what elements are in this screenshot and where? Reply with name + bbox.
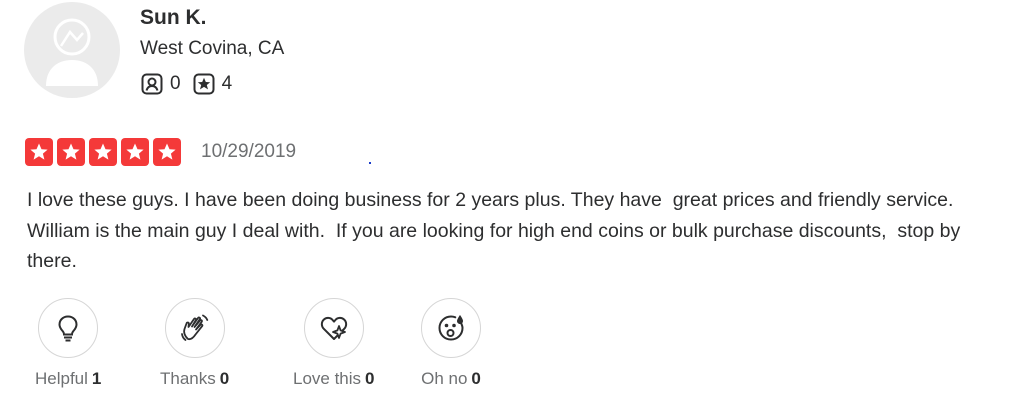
oh-no-text: Oh no bbox=[421, 369, 468, 388]
oh-no-circle[interactable] bbox=[421, 298, 481, 358]
user-name[interactable]: Sun K. bbox=[140, 4, 207, 32]
oh-no-label: Oh no 0 bbox=[421, 369, 481, 389]
rating-star-2 bbox=[57, 138, 85, 166]
surprised-face-icon bbox=[438, 315, 464, 341]
love-this-label: Love this 0 bbox=[293, 369, 375, 389]
thanks-label: Thanks 0 bbox=[160, 369, 229, 389]
helpful-label: Helpful 1 bbox=[35, 369, 101, 389]
love-this-circle[interactable] bbox=[303, 298, 364, 358]
friends-icon bbox=[141, 73, 163, 95]
star-rating bbox=[25, 138, 185, 166]
user-stats: 0 4 bbox=[141, 73, 244, 95]
love-this-count: 0 bbox=[365, 369, 375, 388]
friends-stat: 0 bbox=[141, 73, 181, 95]
star-icon bbox=[158, 143, 176, 160]
star-icon bbox=[62, 143, 80, 160]
love-this-text: Love this bbox=[293, 369, 362, 388]
rating-star-1 bbox=[25, 138, 53, 166]
reviews-count: 4 bbox=[221, 73, 233, 94]
rating-star-3 bbox=[89, 138, 117, 166]
review-text: I love these guys. I have been doing bus… bbox=[27, 189, 966, 272]
helpful-circle[interactable] bbox=[38, 298, 99, 358]
rating-star-4 bbox=[121, 138, 149, 166]
heart-icon bbox=[320, 316, 347, 340]
thanks-text: Thanks bbox=[160, 369, 216, 388]
thanks-count: 0 bbox=[219, 369, 230, 388]
helpful-button[interactable]: Helpful 1 bbox=[35, 298, 101, 389]
avatar[interactable] bbox=[24, 2, 120, 98]
star-icon bbox=[126, 143, 144, 160]
rating-star-5 bbox=[153, 138, 181, 166]
oh-no-button[interactable]: Oh no 0 bbox=[421, 298, 481, 389]
star-icon bbox=[30, 143, 48, 160]
oh-no-count: 0 bbox=[471, 369, 481, 388]
love-this-button[interactable]: Love this 0 bbox=[293, 298, 375, 389]
reviews-stat: 4 bbox=[193, 73, 233, 95]
lightbulb-icon bbox=[58, 315, 78, 342]
star-icon bbox=[94, 143, 112, 160]
review-star-icon bbox=[193, 73, 215, 95]
default-user-icon bbox=[46, 18, 98, 86]
thanks-circle[interactable] bbox=[164, 298, 225, 358]
helpful-count: 1 bbox=[91, 369, 102, 388]
helpful-text: Helpful bbox=[35, 369, 88, 388]
review-date: 10/29/2019 bbox=[201, 141, 297, 162]
decorative-dot bbox=[369, 162, 371, 164]
thanks-button[interactable]: Thanks 0 bbox=[160, 298, 229, 389]
waving-hand-icon bbox=[180, 314, 208, 341]
friends-count: 0 bbox=[170, 73, 181, 94]
user-location: West Covina, CA bbox=[140, 38, 285, 59]
